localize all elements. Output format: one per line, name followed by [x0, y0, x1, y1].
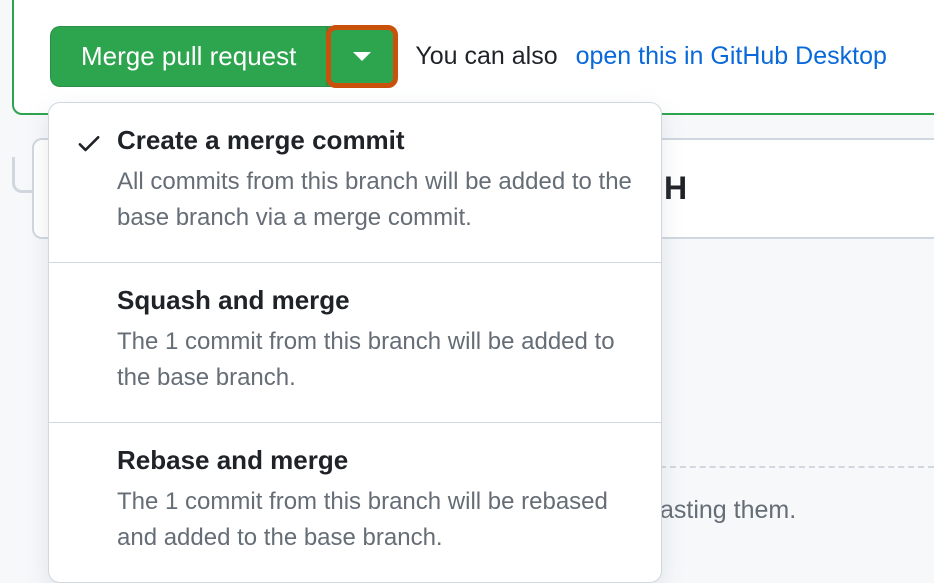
merge-option-rebase-merge[interactable]: Rebase and merge The 1 commit from this …	[49, 423, 661, 582]
merge-option-desc: The 1 commit from this branch will be re…	[117, 484, 633, 556]
merge-option-create-merge-commit[interactable]: Create a merge commit All commits from t…	[49, 103, 661, 263]
caret-down-icon	[353, 52, 371, 61]
merge-button-group: Merge pull request	[50, 26, 397, 87]
merge-options-dropdown-button[interactable]	[327, 26, 397, 87]
bg-divider	[660, 466, 934, 468]
merge-pull-request-button[interactable]: Merge pull request	[50, 26, 327, 87]
merge-option-desc: The 1 commit from this branch will be ad…	[117, 324, 633, 396]
check-icon	[75, 129, 103, 162]
merge-option-desc: All commits from this branch will be add…	[117, 164, 633, 236]
merge-row: Merge pull request You can also open thi…	[50, 26, 934, 87]
bg-hint-fragment: asting them.	[660, 496, 796, 525]
bg-heading-fragment: H	[664, 170, 934, 207]
merge-option-squash-merge[interactable]: Squash and merge The 1 commit from this …	[49, 263, 661, 423]
merge-option-title: Create a merge commit	[117, 125, 633, 156]
merge-hint-text: You can also	[415, 42, 557, 71]
open-github-desktop-link[interactable]: open this in GitHub Desktop	[576, 42, 887, 71]
merge-option-title: Rebase and merge	[117, 445, 633, 476]
merge-option-title: Squash and merge	[117, 285, 633, 316]
merge-options-menu: Create a merge commit All commits from t…	[48, 102, 662, 583]
merge-panel: Merge pull request You can also open thi…	[12, 0, 934, 115]
